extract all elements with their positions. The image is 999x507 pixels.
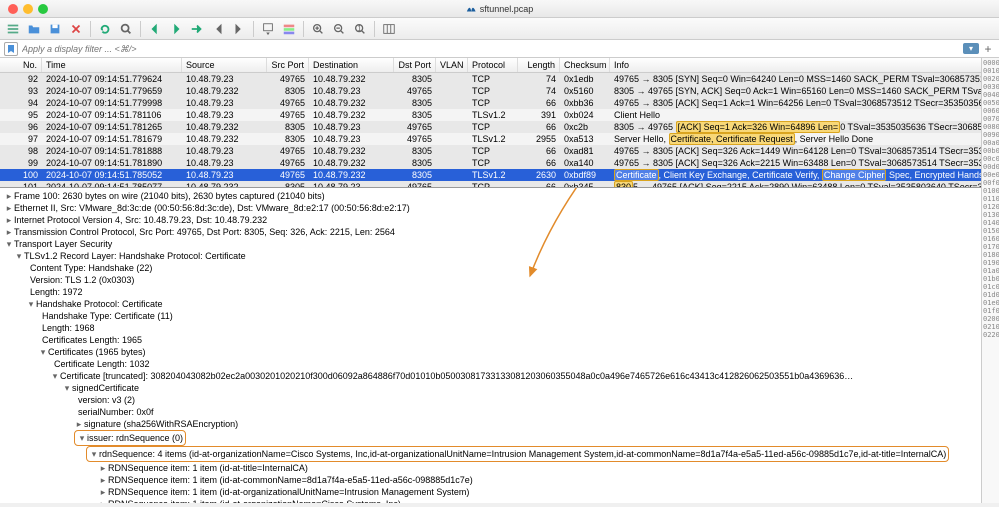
collapse-icon[interactable]: ▾	[26, 298, 36, 310]
close-file-icon[interactable]	[67, 20, 85, 38]
collapse-icon[interactable]: ▾	[4, 238, 14, 250]
col-vlan[interactable]: VLAN	[436, 58, 468, 72]
packet-row[interactable]: 952024-10-07 09:14:51.78110610.48.79.234…	[0, 109, 999, 121]
prev-icon[interactable]	[146, 20, 164, 38]
expand-icon[interactable]: ▸	[4, 202, 14, 214]
hex-gutter: 0000001000200030004000500060007000800090…	[981, 58, 999, 503]
col-no[interactable]: No.	[0, 58, 42, 72]
packet-row[interactable]: 942024-10-07 09:14:51.77999810.48.79.234…	[0, 97, 999, 109]
expand-icon[interactable]: ▸	[98, 486, 108, 498]
packet-row[interactable]: 1012024-10-07 09:14:51.78507710.48.79.23…	[0, 181, 999, 188]
expand-icon[interactable]: ▸	[98, 462, 108, 474]
packet-row[interactable]: 982024-10-07 09:14:51.78188810.48.79.234…	[0, 145, 999, 157]
expand-icon[interactable]: ▸	[98, 498, 108, 503]
col-dstport[interactable]: Dst Port	[394, 58, 436, 72]
save-icon[interactable]	[46, 20, 64, 38]
packet-list[interactable]: No. Time Source Src Port Destination Dst…	[0, 58, 999, 188]
expand-icon[interactable]: ▸	[98, 474, 108, 486]
issuer-rdn-highlight: ▾rdnSequence: 4 items (id-at-organizatio…	[86, 446, 949, 462]
packet-row[interactable]: 922024-10-07 09:14:51.77962410.48.79.234…	[0, 73, 999, 85]
minimize-icon[interactable]	[23, 4, 33, 14]
issuer-highlight: ▾issuer: rdnSequence (0)	[74, 430, 186, 446]
expand-icon[interactable]: ▸	[4, 226, 14, 238]
window-controls	[0, 4, 48, 14]
col-srcport[interactable]: Src Port	[267, 58, 309, 72]
find-icon[interactable]	[117, 20, 135, 38]
packet-row[interactable]: 1002024-10-07 09:14:51.78505210.48.79.23…	[0, 169, 999, 181]
display-filter-input[interactable]	[22, 44, 963, 54]
col-source[interactable]: Source	[182, 58, 267, 72]
col-checksum[interactable]: Checksum	[560, 58, 610, 72]
autoscroll-icon[interactable]	[259, 20, 277, 38]
zoom-in-icon[interactable]	[309, 20, 327, 38]
collapse-icon[interactable]: ▾	[38, 346, 48, 358]
close-icon[interactable]	[8, 4, 18, 14]
col-proto[interactable]: Protocol	[468, 58, 518, 72]
titlebar: sftunnel.pcap	[0, 0, 999, 18]
wireshark-icon	[466, 4, 476, 14]
zoom-reset-icon[interactable]: 1	[351, 20, 369, 38]
zoom-out-icon[interactable]	[330, 20, 348, 38]
filter-dropdown[interactable]: ▾	[963, 43, 979, 54]
folder-icon[interactable]	[25, 20, 43, 38]
packet-row[interactable]: 972024-10-07 09:14:51.78167910.48.79.232…	[0, 133, 999, 145]
maximize-icon[interactable]	[38, 4, 48, 14]
last-icon[interactable]	[230, 20, 248, 38]
col-dest[interactable]: Destination	[309, 58, 394, 72]
svg-text:1: 1	[357, 23, 361, 32]
collapse-icon[interactable]: ▾	[89, 448, 99, 460]
add-filter-icon[interactable]: +	[981, 42, 995, 56]
packet-details[interactable]: ▸Frame 100: 2630 bytes on wire (21040 bi…	[0, 188, 999, 503]
packet-row[interactable]: 992024-10-07 09:14:51.78189010.48.79.234…	[0, 157, 999, 169]
list-icon[interactable]	[4, 20, 22, 38]
col-time[interactable]: Time	[42, 58, 182, 72]
bookmark-icon[interactable]	[4, 42, 18, 56]
colorize-icon[interactable]	[280, 20, 298, 38]
packet-list-header: No. Time Source Src Port Destination Dst…	[0, 58, 999, 73]
window-title: sftunnel.pcap	[466, 4, 534, 14]
expand-icon[interactable]: ▸	[4, 190, 14, 202]
reload-icon[interactable]	[96, 20, 114, 38]
collapse-icon[interactable]: ▾	[14, 250, 24, 262]
collapse-icon[interactable]: ▾	[62, 382, 72, 394]
col-length[interactable]: Length	[518, 58, 560, 72]
filter-bar: ▾ +	[0, 40, 999, 58]
packet-row[interactable]: 962024-10-07 09:14:51.78126510.48.79.232…	[0, 121, 999, 133]
collapse-icon[interactable]: ▾	[77, 432, 87, 444]
first-icon[interactable]	[209, 20, 227, 38]
resize-cols-icon[interactable]	[380, 20, 398, 38]
expand-icon[interactable]: ▸	[74, 418, 84, 430]
col-info[interactable]: Info	[610, 58, 999, 72]
jump-icon[interactable]	[188, 20, 206, 38]
next-icon[interactable]	[167, 20, 185, 38]
main-toolbar: 1	[0, 18, 999, 40]
expand-icon[interactable]: ▸	[4, 214, 14, 226]
packet-row[interactable]: 932024-10-07 09:14:51.77965910.48.79.232…	[0, 85, 999, 97]
collapse-icon[interactable]: ▾	[50, 370, 60, 382]
